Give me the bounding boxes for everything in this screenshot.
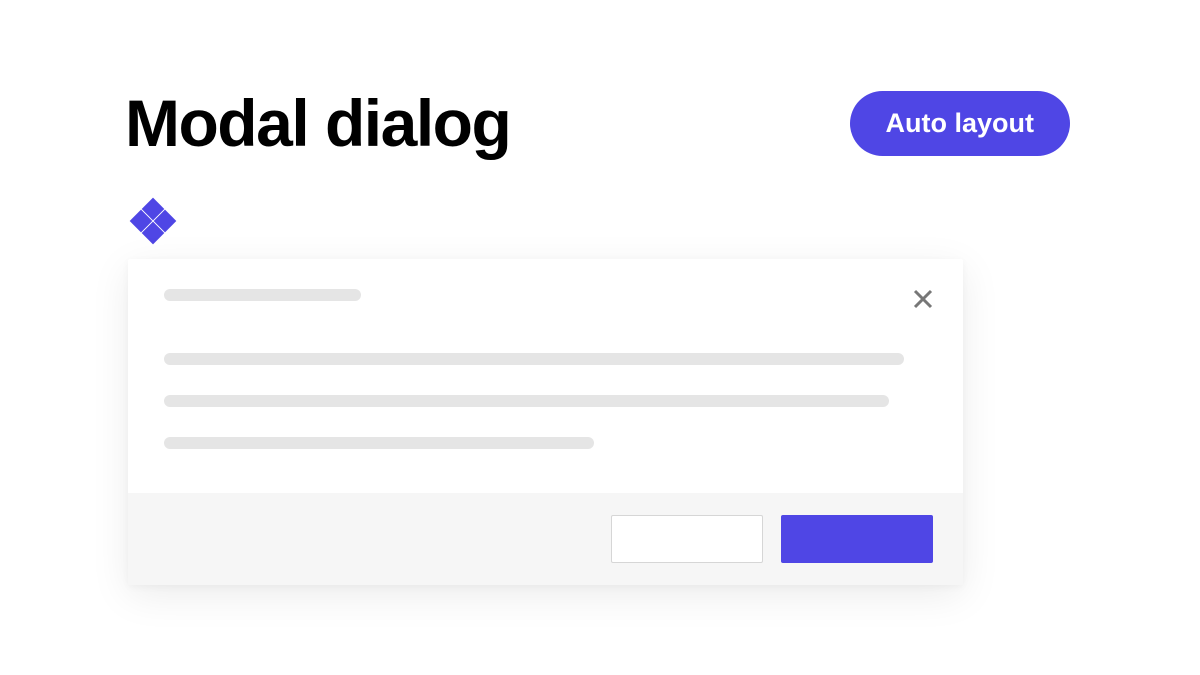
dialog-body bbox=[128, 259, 963, 493]
component-icon bbox=[128, 197, 178, 247]
dialog-footer bbox=[128, 493, 963, 585]
dialog-title-placeholder bbox=[164, 289, 361, 301]
dialog-text-placeholder bbox=[164, 395, 889, 407]
dialog-text-placeholder bbox=[164, 437, 594, 449]
modal-dialog bbox=[128, 259, 963, 585]
page-header: Modal dialog Auto layout bbox=[0, 0, 1200, 161]
close-icon bbox=[912, 288, 934, 310]
primary-button[interactable] bbox=[781, 515, 933, 563]
dialog-text-placeholder bbox=[164, 353, 904, 365]
page-title: Modal dialog bbox=[125, 85, 510, 161]
secondary-button[interactable] bbox=[611, 515, 763, 563]
close-button[interactable] bbox=[909, 285, 937, 313]
auto-layout-badge: Auto layout bbox=[850, 91, 1071, 156]
